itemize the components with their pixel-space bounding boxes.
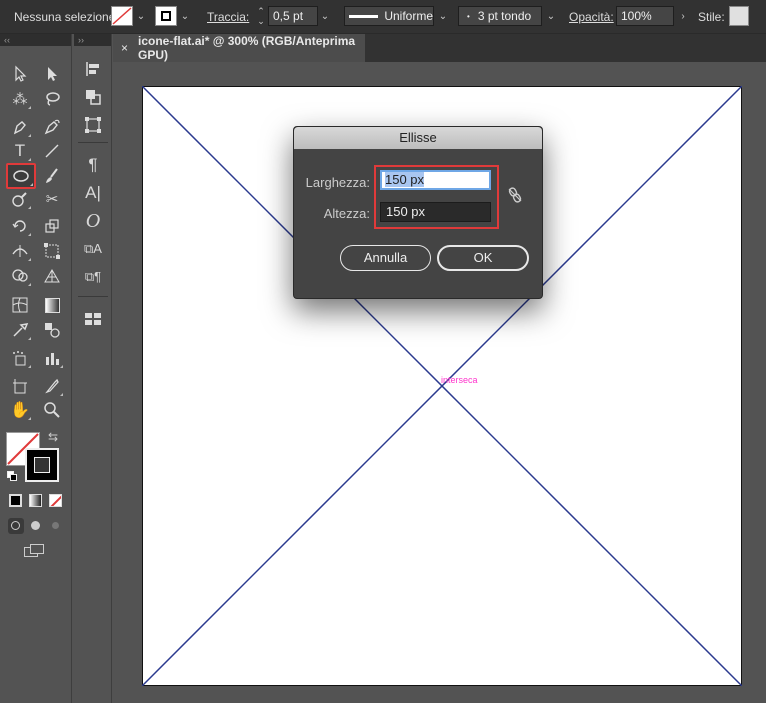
column-graph-tool-icon[interactable] bbox=[40, 347, 64, 369]
paragraph-styles-panel-icon[interactable]: ⧉¶ bbox=[82, 266, 104, 288]
cancel-button[interactable]: Annulla bbox=[340, 245, 431, 271]
symbol-sprayer-tool-icon[interactable] bbox=[8, 347, 32, 369]
fill-dropdown-chevron-icon[interactable]: ⌄ bbox=[134, 6, 148, 26]
variable-width-profile[interactable]: Uniforme bbox=[344, 6, 434, 26]
magic-wand-tool-icon[interactable]: ⁂ bbox=[8, 88, 32, 110]
paragraph-panel-icon[interactable]: ¶ bbox=[82, 154, 104, 176]
artboard-tool-icon[interactable] bbox=[8, 375, 32, 397]
none-color-icon bbox=[112, 7, 132, 25]
stroke-square-icon bbox=[161, 11, 171, 21]
hand-tool-icon[interactable]: ✋ bbox=[8, 399, 32, 421]
ok-button[interactable]: OK bbox=[437, 245, 529, 271]
stroke-stepper-icon[interactable]: ⌃ ⌄ bbox=[254, 6, 268, 26]
opacity-arrow-icon[interactable]: › bbox=[676, 6, 690, 26]
selection-tool-icon[interactable] bbox=[8, 63, 32, 85]
brush-definition[interactable]: • 3 pt tondo bbox=[458, 6, 542, 26]
default-fill-stroke-icon[interactable] bbox=[7, 471, 17, 481]
opentype-panel-icon[interactable]: O bbox=[82, 210, 104, 232]
opacity-input[interactable]: 100% bbox=[616, 6, 674, 26]
paintbrush-tool-icon[interactable] bbox=[40, 165, 64, 187]
character-styles-panel-icon[interactable]: ⧉A bbox=[82, 238, 104, 260]
lasso-tool-icon[interactable] bbox=[40, 88, 64, 110]
swap-fill-stroke-icon[interactable]: ⇆ bbox=[48, 430, 58, 444]
constrain-proportions-icon[interactable] bbox=[507, 187, 523, 203]
tools-collapse-icon[interactable]: ‹‹ bbox=[0, 34, 71, 46]
perspective-grid-tool-icon[interactable] bbox=[40, 265, 64, 287]
width-label: Larghezza: bbox=[305, 175, 370, 190]
character-panel-icon[interactable]: A| bbox=[82, 182, 104, 204]
document-tab-title: icone-flat.ai* @ 300% (RGB/Anteprima GPU… bbox=[138, 34, 356, 62]
profile-label: Uniforme bbox=[384, 9, 433, 23]
control-bar: Nessuna selezione ⌄ ⌄ Traccia: ⌃ ⌄ 0,5 pt… bbox=[0, 0, 766, 34]
none-mode-icon[interactable] bbox=[49, 494, 62, 507]
swatches-panel-icon[interactable] bbox=[82, 308, 104, 330]
scale-tool-icon[interactable] bbox=[40, 215, 64, 237]
brush-chevron-icon[interactable]: ⌄ bbox=[544, 6, 558, 26]
shape-builder-tool-icon[interactable] bbox=[8, 265, 32, 287]
panels-expand-icon[interactable]: ›› bbox=[74, 34, 111, 46]
ellipse-tool-icon[interactable] bbox=[6, 163, 36, 189]
type-tool-icon[interactable]: T bbox=[8, 140, 32, 162]
document-tab[interactable]: × icone-flat.ai* @ 300% (RGB/Anteprima G… bbox=[113, 34, 365, 62]
pen-tool-icon[interactable] bbox=[8, 116, 32, 138]
slice-tool-icon[interactable] bbox=[40, 375, 64, 397]
tools-panel: ‹‹ ⁂ T ✂ ✋ ⇆ bbox=[0, 34, 72, 703]
width-input[interactable]: 150 px bbox=[380, 170, 491, 190]
graphic-style-swatch[interactable] bbox=[729, 6, 749, 26]
color-mode-icon[interactable] bbox=[9, 494, 22, 507]
brush-label: 3 pt tondo bbox=[477, 9, 532, 23]
transform-panel-icon[interactable] bbox=[82, 114, 104, 136]
gradient-mode-icon[interactable] bbox=[29, 494, 42, 507]
free-transform-tool-icon[interactable] bbox=[40, 240, 64, 262]
ellipse-dialog: Ellisse Larghezza: 150 px Altezza: 150 p… bbox=[293, 126, 543, 299]
direct-selection-tool-icon[interactable] bbox=[40, 63, 64, 85]
draw-inside-icon[interactable] bbox=[48, 518, 64, 534]
profile-chevron-icon[interactable]: ⌄ bbox=[436, 6, 450, 26]
dialog-title: Ellisse bbox=[294, 127, 542, 149]
document-tabs: × icone-flat.ai* @ 300% (RGB/Anteprima G… bbox=[113, 34, 766, 62]
fill-swatch[interactable] bbox=[111, 6, 133, 26]
stroke-color-box[interactable] bbox=[25, 448, 59, 482]
curvature-tool-icon[interactable] bbox=[40, 116, 64, 138]
stroke-dropdown-chevron-icon[interactable]: ⌄ bbox=[178, 6, 192, 26]
pathfinder-panel-icon[interactable] bbox=[82, 86, 104, 108]
zoom-tool-icon[interactable] bbox=[40, 399, 64, 421]
stroke-weight-chevron-icon[interactable]: ⌄ bbox=[318, 6, 332, 26]
illustrator-window: Nessuna selezione ⌄ ⌄ Traccia: ⌃ ⌄ 0,5 pt… bbox=[0, 0, 766, 703]
style-label: Stile: bbox=[698, 10, 725, 24]
stroke-swatch[interactable] bbox=[155, 6, 177, 26]
opacity-label[interactable]: Opacità: bbox=[569, 10, 614, 24]
width-tool-icon[interactable] bbox=[8, 240, 32, 262]
selection-status: Nessuna selezione bbox=[14, 10, 116, 24]
scissors-tool-icon[interactable]: ✂ bbox=[40, 188, 64, 210]
height-input[interactable]: 150 px bbox=[380, 202, 491, 222]
draw-normal-icon[interactable] bbox=[8, 518, 24, 534]
stroke-weight-input[interactable]: 0,5 pt bbox=[268, 6, 318, 26]
stroke-line-preview-icon bbox=[349, 14, 379, 18]
shaper-tool-icon[interactable] bbox=[8, 188, 32, 210]
screen-mode-icon[interactable] bbox=[24, 544, 46, 558]
brush-dot-icon: • bbox=[467, 11, 470, 21]
docked-panels: ›› ¶ A| O ⧉A ⧉¶ bbox=[74, 34, 112, 703]
blend-tool-icon[interactable] bbox=[40, 319, 64, 341]
stroke-label[interactable]: Traccia: bbox=[207, 10, 249, 24]
gradient-tool-icon[interactable] bbox=[40, 294, 64, 316]
smart-guide-label: interseca bbox=[441, 375, 478, 385]
rotate-tool-icon[interactable] bbox=[8, 215, 32, 237]
width-value-selection: 150 px bbox=[385, 172, 425, 187]
align-panel-icon[interactable] bbox=[82, 58, 104, 80]
line-segment-tool-icon[interactable] bbox=[40, 140, 64, 162]
draw-behind-icon[interactable] bbox=[28, 518, 44, 534]
eyedropper-tool-icon[interactable] bbox=[8, 319, 32, 341]
height-label: Altezza: bbox=[323, 206, 370, 221]
mesh-tool-icon[interactable] bbox=[8, 294, 32, 316]
close-tab-icon[interactable]: × bbox=[121, 41, 128, 55]
